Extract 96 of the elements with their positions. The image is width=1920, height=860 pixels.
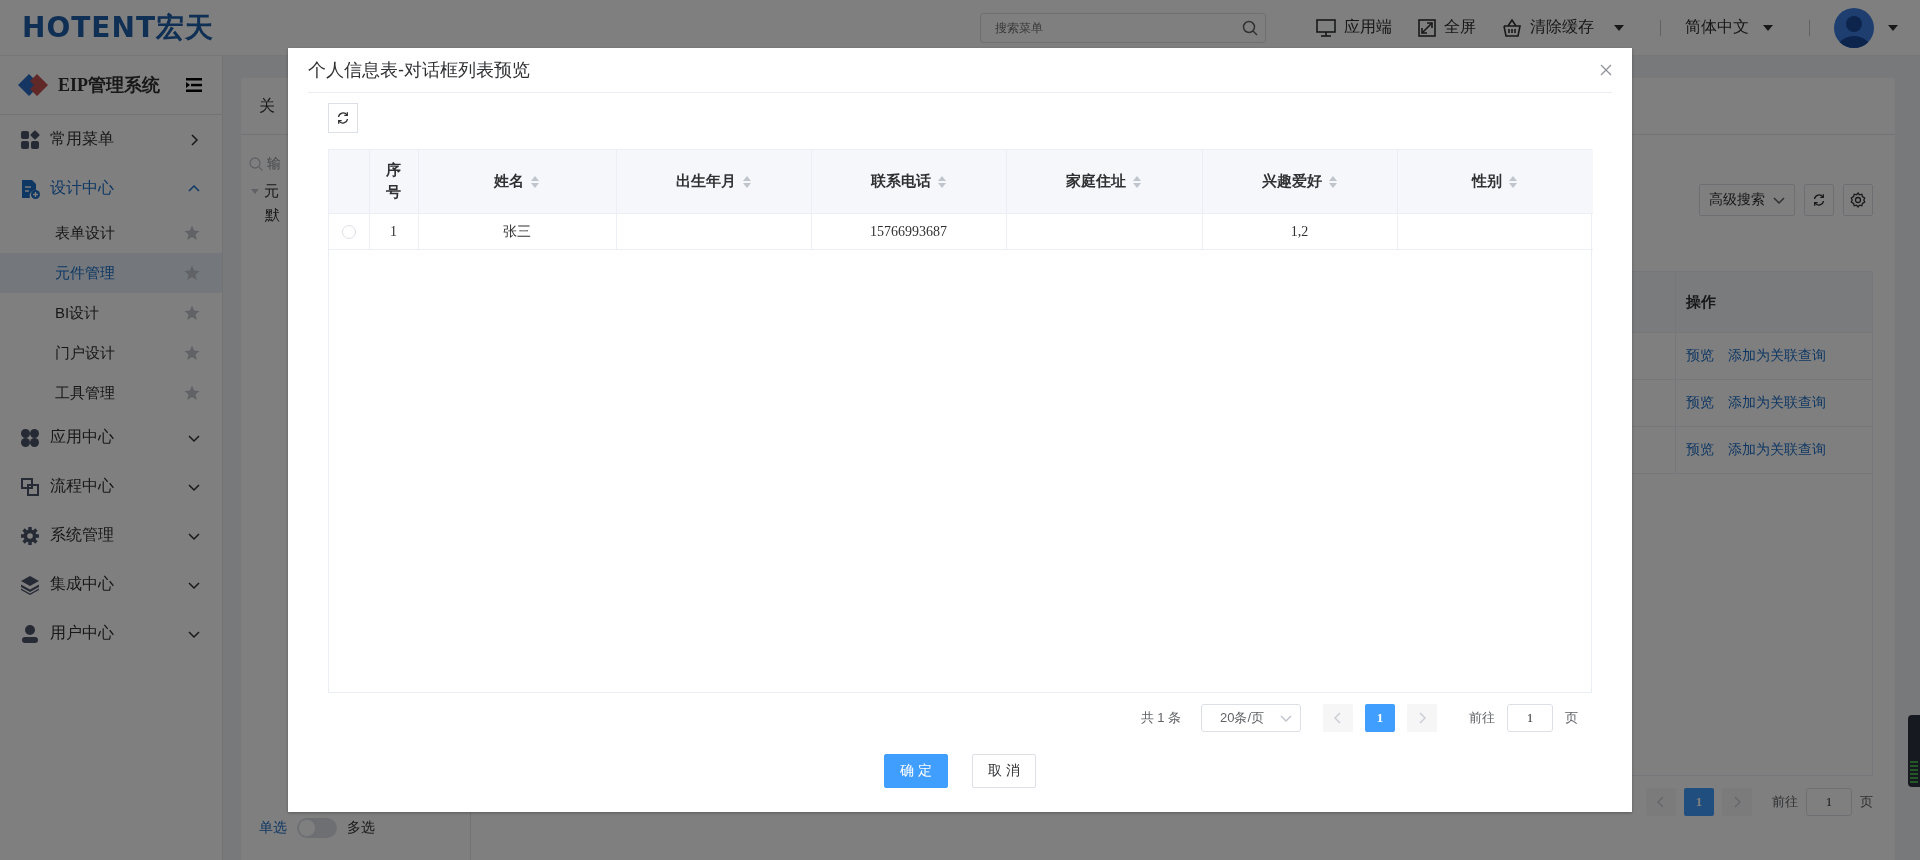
refresh-icon (1812, 193, 1826, 207)
chevron-right-icon (188, 133, 200, 146)
dialog-title: 个人信息表-对话框列表预览 (308, 59, 530, 82)
column-header[interactable]: 家庭住址 (1006, 150, 1202, 214)
sort-icon (741, 174, 752, 189)
settings-icon (20, 525, 40, 546)
sidebar-menu-item[interactable]: 应用中心 (0, 413, 222, 462)
page-number-input[interactable]: 1 (1806, 788, 1852, 816)
action-link[interactable]: 添加为关联查询 (1728, 347, 1826, 365)
page-unit-label: 页 (1860, 793, 1873, 811)
single-select-label: 单选 (259, 819, 287, 837)
column-header[interactable]: 联系电话 (811, 150, 1006, 214)
search-icon (1242, 19, 1258, 36)
goto-label: 前往 (1469, 709, 1495, 727)
chevron-left-icon (1332, 712, 1344, 724)
cancel-button[interactable]: 取 消 (972, 754, 1036, 788)
sort-icon (1327, 174, 1338, 189)
sidebar-submenu-item[interactable]: 门户设计 (0, 333, 222, 373)
chevron-down-icon (1280, 712, 1292, 724)
system-title: EIP管理系统 (58, 74, 161, 97)
sidebar-submenu-item[interactable]: 表单设计 (0, 213, 222, 253)
column-header[interactable]: 兴趣爱好 (1202, 150, 1397, 214)
column-header: 操作 (1685, 291, 1717, 312)
tree-node[interactable]: 元 (264, 181, 279, 201)
close-button[interactable] (1600, 64, 1612, 76)
total-count: 共 1 条 (1140, 709, 1181, 727)
page-unit-label: 页 (1565, 709, 1578, 727)
confirm-button[interactable]: 确 定 (884, 754, 948, 788)
overlapping-squares-icon (20, 476, 40, 497)
sidebar-menu-item[interactable]: 用户中心 (0, 609, 222, 658)
multiple-select-label: 多选 (347, 819, 375, 837)
sort-icon (1132, 174, 1142, 189)
sidebar-menu-item[interactable]: 流程中心 (0, 462, 222, 511)
language-select[interactable]: 简体中文 (1685, 17, 1773, 38)
menu-search-field[interactable]: 搜索菜单 (980, 12, 1266, 43)
goto-label: 前往 (1772, 793, 1798, 811)
table-cell: 1,2 (1202, 213, 1397, 250)
star-icon (184, 385, 200, 401)
settings-button[interactable] (1843, 184, 1873, 216)
sidebar-menu-item[interactable]: 集成中心 (0, 560, 222, 609)
table-cell: 1 (369, 213, 418, 250)
header-action[interactable]: 应用端 (1316, 17, 1392, 38)
sidebar-menu-item[interactable]: 常用菜单 (0, 115, 222, 164)
table-cell: 张三 (418, 213, 616, 250)
tree-node[interactable]: 默 (265, 205, 280, 225)
settings-icon (1850, 192, 1866, 208)
basket-icon (1502, 18, 1522, 37)
monitor-icon (1316, 18, 1336, 37)
column-header[interactable]: 出生年月 (616, 150, 811, 214)
action-link[interactable]: 添加为关联查询 (1728, 394, 1826, 412)
advanced-search-button[interactable]: 高级搜索 (1699, 184, 1795, 216)
column-header: 序号 (369, 150, 418, 214)
collapse-menu-button[interactable] (186, 78, 202, 92)
page-tab[interactable]: 关 (259, 95, 275, 117)
expand-icon (1418, 18, 1436, 37)
page-number-input[interactable]: 1 (1507, 704, 1553, 732)
refresh-button[interactable] (328, 103, 358, 133)
layers-icon (20, 574, 40, 595)
search-icon (249, 157, 263, 171)
avatar-icon (1834, 7, 1874, 48)
sidebar-submenu-item[interactable]: 工具管理 (0, 373, 222, 413)
sidebar-menu-item[interactable]: 设计中心 (0, 164, 222, 213)
action-link[interactable]: 预览 (1686, 394, 1714, 412)
action-link[interactable]: 预览 (1686, 441, 1714, 459)
page-button[interactable]: 1 (1365, 704, 1395, 732)
chevron-down-icon (1773, 194, 1785, 206)
caret-down-icon (1763, 24, 1773, 31)
page-size-select[interactable]: 20条/页 (1201, 704, 1301, 732)
sidebar-submenu-item[interactable]: 元件管理 (0, 253, 222, 293)
refresh-icon (336, 111, 350, 125)
chevron-right-icon (1416, 712, 1428, 724)
star-icon (184, 225, 200, 241)
sidebar-submenu-item[interactable]: BI设计 (0, 293, 222, 333)
menu-fold-icon (186, 78, 202, 92)
diamond-logo-icon (18, 74, 48, 96)
column-header[interactable]: 姓名 (418, 150, 616, 214)
sort-icon (530, 174, 540, 189)
caret-down-icon (1888, 24, 1898, 31)
logo: HOTENT宏天 (22, 9, 214, 46)
header-action[interactable]: 清除缓存 (1502, 17, 1624, 38)
close-icon (1600, 64, 1612, 76)
star-icon (184, 345, 200, 361)
table-cell: 15766993687 (811, 213, 1006, 250)
action-link[interactable]: 预览 (1686, 347, 1714, 365)
sidebar-menu-item[interactable]: 系统管理 (0, 511, 222, 560)
user-icon (20, 623, 40, 644)
header-action[interactable]: 全屏 (1418, 17, 1476, 38)
column-header[interactable]: 性别 (1397, 150, 1593, 214)
document-plus-icon (20, 178, 40, 199)
sort-icon (1508, 174, 1519, 189)
action-link[interactable]: 添加为关联查询 (1728, 441, 1826, 459)
side-widget-icon[interactable] (1908, 715, 1920, 787)
star-icon (184, 305, 200, 321)
sort-icon (936, 174, 947, 189)
four-circles-icon (20, 427, 40, 448)
grid-icon (20, 129, 40, 150)
